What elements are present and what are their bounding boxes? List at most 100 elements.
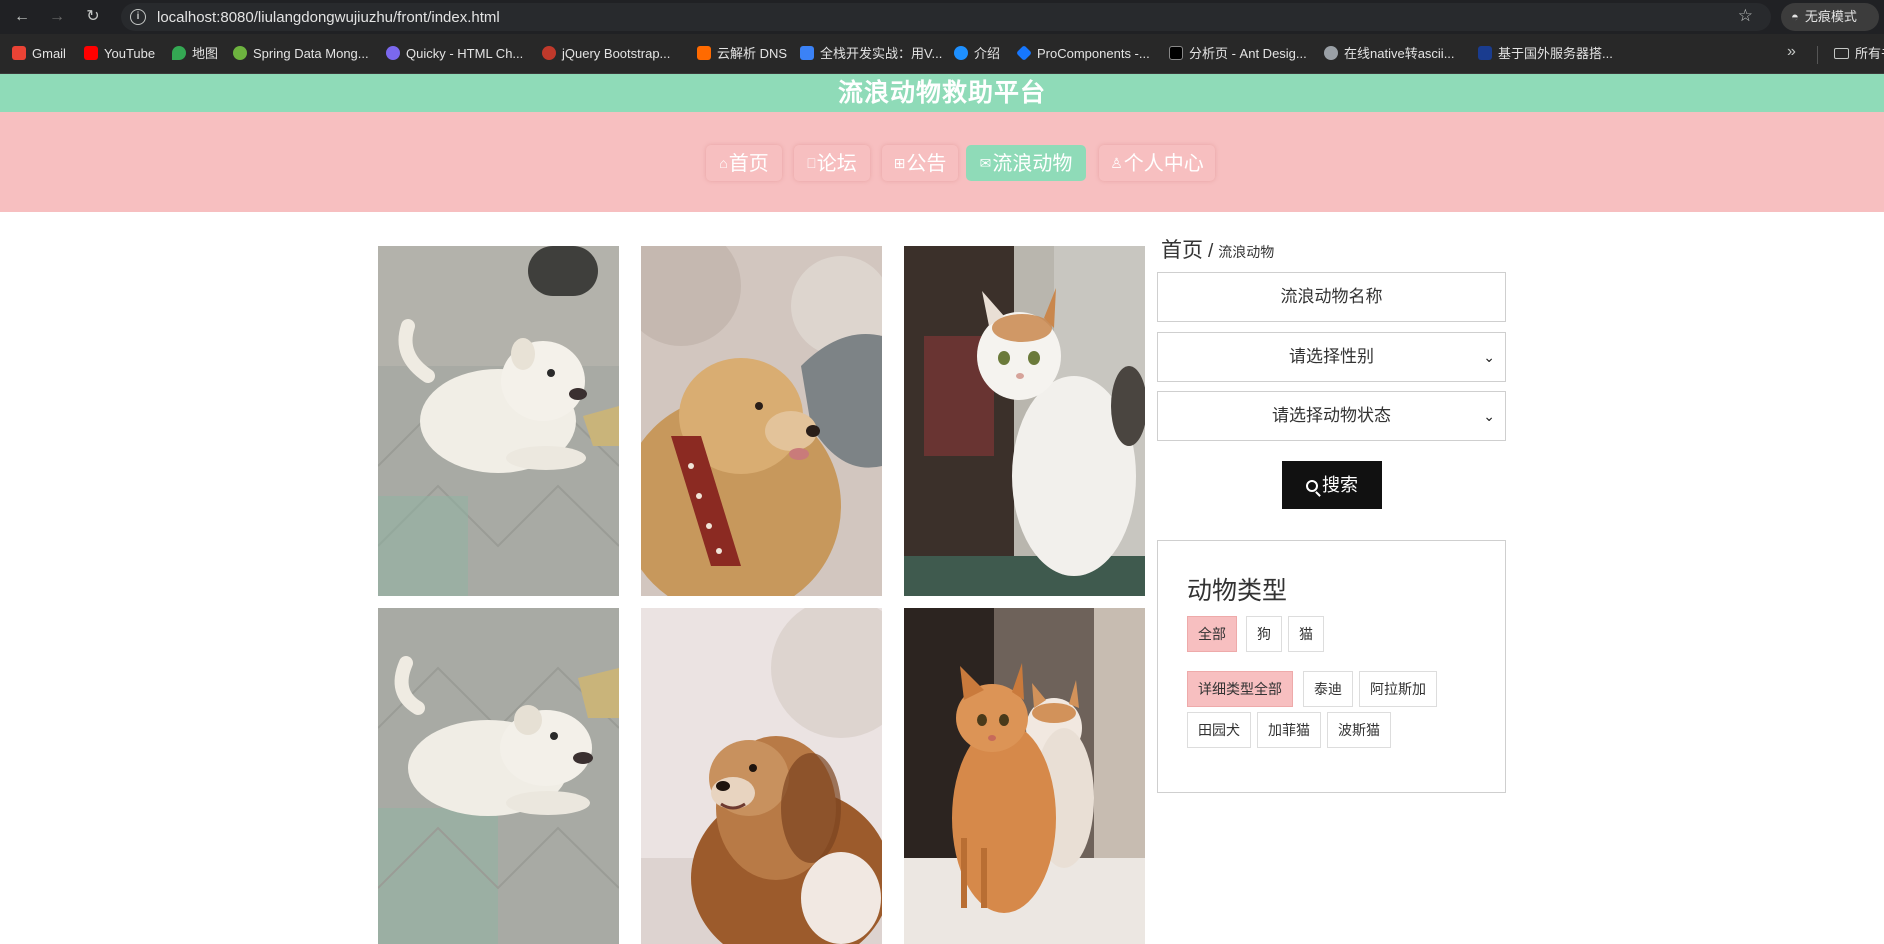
pro-icon — [1169, 46, 1183, 60]
nav-stray-animals[interactable]: ✉流浪动物 — [966, 145, 1086, 181]
nav-profile-label: 个人中心 — [1123, 153, 1204, 175]
animal-photo — [378, 608, 619, 944]
gift-icon: ⊞ — [893, 155, 906, 171]
url-text[interactable]: localhost:8080/liulangdongwujiuzhu/front… — [157, 9, 500, 26]
status-select-value: 请选择动物状态 — [1272, 406, 1391, 425]
bookmark-quicky[interactable]: Quicky - HTML Ch... — [386, 44, 523, 64]
bookmark-label: 在线native转ascii... — [1344, 46, 1455, 61]
animal-photo — [904, 608, 1145, 944]
more-bookmarks-icon[interactable]: » — [1787, 43, 1796, 61]
bookmark-youtube[interactable]: YouTube — [84, 44, 155, 64]
quicky-icon — [386, 46, 400, 60]
browser-toolbar: ← → ↻ i localhost:8080/liulangdongwujiuz… — [0, 0, 1884, 34]
site-header: 流浪动物救助平台 — [0, 74, 1884, 112]
maps-icon — [172, 46, 186, 60]
breadcrumb: 首页 / 流浪动物 — [1161, 234, 1274, 264]
flag-icon — [1478, 46, 1492, 60]
gender-select-value: 请选择性别 — [1289, 347, 1374, 366]
nav-profile[interactable]: ♙个人中心 — [1099, 145, 1215, 181]
bookmark-star-icon[interactable]: ☆ — [1738, 6, 1753, 26]
animal-name-placeholder: 流浪动物名称 — [1280, 287, 1383, 306]
nav-home-label: 首页 — [728, 153, 769, 175]
bookmark-procomponents[interactable]: ProComponents -... — [1016, 44, 1150, 64]
bookmark-ant-design[interactable]: 分析页 - Ant Desig... — [1169, 44, 1307, 64]
animal-card[interactable] — [904, 246, 1145, 596]
bookmark-native-ascii[interactable]: 在线native转ascii... — [1324, 44, 1455, 64]
bookmark-foreign-server[interactable]: 基于国外服务器搭... — [1478, 44, 1613, 64]
breadcrumb-current: 流浪动物 — [1218, 244, 1275, 260]
type-tag-dog[interactable]: 狗 — [1246, 616, 1282, 652]
jquery-icon — [542, 46, 556, 60]
breadcrumb-separator: / — [1208, 241, 1214, 262]
forward-icon[interactable]: → — [45, 5, 69, 29]
bookmark-divider — [1817, 46, 1818, 64]
folder-icon — [1834, 48, 1849, 59]
search-button[interactable]: 搜索 — [1282, 461, 1382, 509]
incognito-icon: ◓ — [1791, 9, 1799, 24]
site-title: 流浪动物救助平台 — [837, 79, 1046, 107]
bookmark-intro[interactable]: 介绍 — [954, 44, 1000, 64]
gmail-icon — [12, 46, 26, 60]
nav-home[interactable]: ⌂首页 — [706, 145, 782, 181]
back-icon[interactable]: ← — [10, 5, 34, 29]
bookmark-label: 分析页 - Ant Desig... — [1189, 46, 1307, 61]
bookmark-label: YouTube — [104, 46, 156, 61]
book-icon: ⎕ — [807, 155, 816, 171]
bookmark-fullstack[interactable]: 全栈开发实战：用V... — [800, 44, 942, 64]
animal-photo — [904, 246, 1145, 596]
intro-icon — [954, 46, 968, 60]
main-nav: ⌂首页 ⎕论坛 ⊞公告 ✉流浪动物 ♙个人中心 — [0, 112, 1884, 212]
spring-icon — [233, 46, 247, 60]
chevron-down-icon: ⌄ — [1483, 408, 1495, 424]
bookmark-label: 全栈开发实战：用V... — [820, 46, 943, 61]
subtype-tag-chinese-rural-dog[interactable]: 田园犬 — [1187, 712, 1251, 748]
all-bookmarks-folder[interactable]: 所有书 — [1834, 44, 1884, 64]
animal-type-title: 动物类型 — [1187, 577, 1288, 605]
search-button-label: 搜索 — [1322, 475, 1358, 495]
animal-name-input[interactable]: 流浪动物名称 — [1157, 272, 1506, 322]
type-tag-all[interactable]: 全部 — [1187, 616, 1237, 652]
subtype-tag-persian-cat[interactable]: 波斯猫 — [1327, 712, 1391, 748]
nav-forum-label: 论坛 — [816, 153, 857, 175]
nav-announcements-label: 公告 — [906, 153, 947, 175]
incognito-label: 无痕模式 — [1804, 9, 1857, 24]
animal-card[interactable] — [378, 608, 619, 944]
animal-card[interactable] — [641, 608, 882, 944]
breadcrumb-home[interactable]: 首页 — [1161, 239, 1203, 262]
nav-announcements[interactable]: ⊞公告 — [882, 145, 958, 181]
animal-card[interactable] — [378, 246, 619, 596]
animal-card[interactable] — [641, 246, 882, 596]
bookmark-label: ProComponents -... — [1037, 46, 1150, 61]
user-icon: ♙ — [1110, 155, 1123, 171]
subtype-tag-garfield-cat[interactable]: 加菲猫 — [1257, 712, 1321, 748]
address-bar[interactable]: i localhost:8080/liulangdongwujiuzhu/fro… — [121, 3, 1771, 31]
subtype-tag-all[interactable]: 详细类型全部 — [1187, 671, 1293, 707]
gender-select[interactable]: 请选择性别 ⌄ — [1157, 332, 1506, 382]
type-tag-cat[interactable]: 猫 — [1288, 616, 1324, 652]
subtype-tag-teddy[interactable]: 泰迪 — [1303, 671, 1353, 707]
youtube-icon — [84, 46, 98, 60]
bookmark-jquery-bootstrap[interactable]: jQuery Bootstrap... — [542, 44, 670, 64]
procomponents-icon — [1016, 45, 1032, 61]
bookmark-label: Gmail — [32, 46, 66, 61]
bookmark-label: 介绍 — [974, 46, 1001, 61]
nav-forum[interactable]: ⎕论坛 — [794, 145, 870, 181]
bookmark-label: 基于国外服务器搭... — [1498, 46, 1613, 61]
animal-type-panel: 动物类型 全部 狗 猫 详细类型全部 泰迪 阿拉斯加 田园犬 加菲猫 波斯猫 — [1157, 540, 1506, 793]
home-icon: ⌂ — [719, 155, 728, 171]
animal-card[interactable] — [904, 608, 1145, 944]
nav-stray-animals-label: 流浪动物 — [992, 153, 1073, 175]
bookmark-label: 云解析 DNS — [717, 46, 788, 61]
subtype-tag-alaskan[interactable]: 阿拉斯加 — [1359, 671, 1437, 707]
bookmark-dns[interactable]: 云解析 DNS — [697, 44, 787, 64]
status-select[interactable]: 请选择动物状态 ⌄ — [1157, 391, 1506, 441]
incognito-badge[interactable]: ◓ 无痕模式 — [1781, 3, 1879, 31]
chevron-down-icon: ⌄ — [1483, 349, 1495, 365]
globe-icon — [1324, 46, 1338, 60]
bookmark-gmail[interactable]: Gmail — [12, 44, 66, 64]
aliyun-icon — [697, 46, 711, 60]
bookmark-spring-data[interactable]: Spring Data Mong... — [233, 44, 369, 64]
site-info-icon[interactable]: i — [130, 9, 146, 25]
reload-icon[interactable]: ↻ — [81, 5, 105, 29]
bookmark-maps[interactable]: 地图 — [172, 44, 218, 64]
